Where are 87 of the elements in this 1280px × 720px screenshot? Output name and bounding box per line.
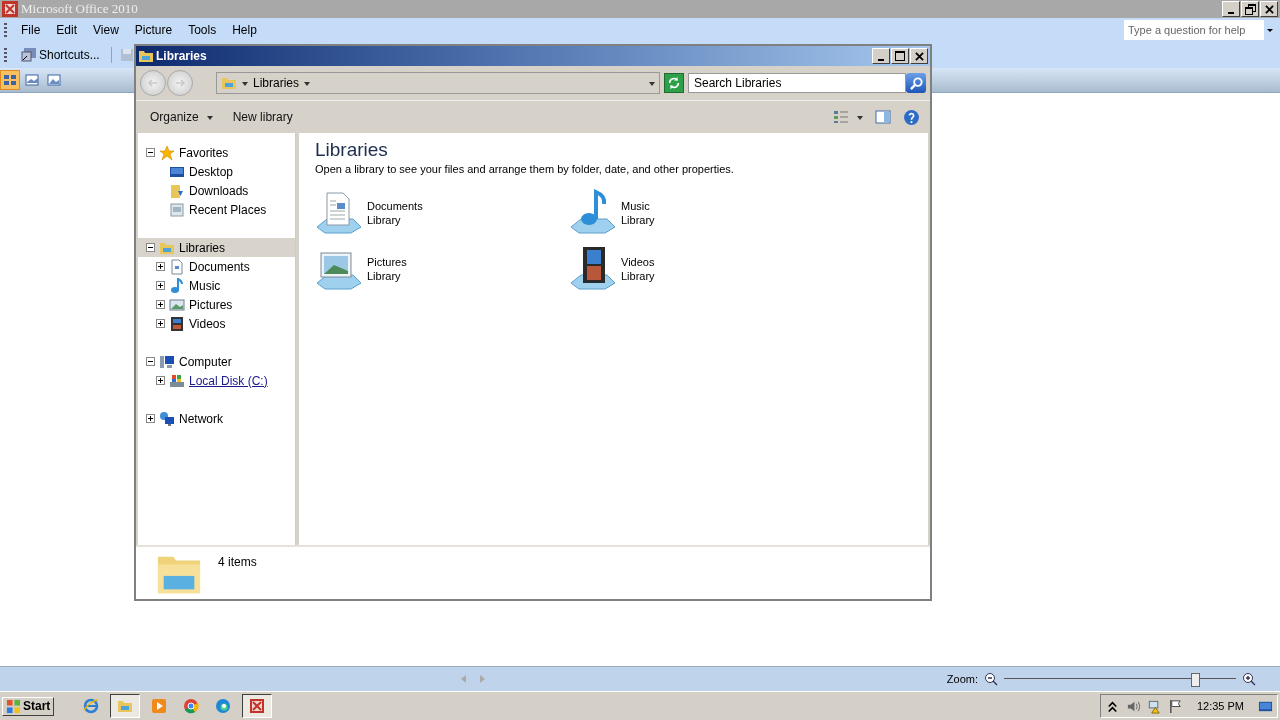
- network-status-icon[interactable]: [1146, 698, 1162, 714]
- browser-logo-icon[interactable]: [183, 698, 200, 714]
- collapse-icon[interactable]: [146, 243, 155, 252]
- start-logo-icon[interactable]: [6, 698, 21, 714]
- toolbar-grip[interactable]: [4, 48, 7, 62]
- app-icon: [2, 1, 18, 17]
- window-title: Libraries: [156, 49, 207, 63]
- picture-icon: [169, 296, 185, 313]
- expand-icon[interactable]: [156, 262, 165, 271]
- document-library-icon: [315, 189, 363, 237]
- disk-drive-icon: [169, 372, 185, 389]
- menu-item[interactable]: Help: [224, 23, 265, 37]
- browser-logo-icon[interactable]: [215, 698, 232, 714]
- window-title: Microsoft Office 2010: [21, 1, 138, 17]
- command-button[interactable]: New library: [222, 110, 303, 124]
- music-note-icon: [169, 277, 185, 294]
- shortcuts-button[interactable]: Shortcuts...: [17, 47, 104, 63]
- menu-item[interactable]: View: [85, 23, 127, 37]
- collapse-icon[interactable]: [146, 148, 155, 157]
- nav-item[interactable]: Downloads: [138, 181, 295, 200]
- flag-icon[interactable]: [1167, 698, 1183, 714]
- nav-item[interactable]: Favorites: [138, 143, 295, 162]
- nav-item[interactable]: Computer: [138, 352, 295, 371]
- picture-app-icon[interactable]: [242, 694, 273, 718]
- zoom-in-icon[interactable]: [1242, 672, 1256, 686]
- search-field[interactable]: Search Libraries: [688, 73, 906, 93]
- maximize-button[interactable]: [891, 48, 909, 64]
- expand-icon[interactable]: [156, 300, 165, 309]
- library-folder-icon: [138, 48, 154, 64]
- close-button[interactable]: [1260, 1, 1278, 17]
- expand-icon[interactable]: [156, 281, 165, 290]
- nav-item[interactable]: Pictures: [138, 295, 295, 314]
- picture-logo-icon[interactable]: [249, 698, 266, 714]
- pane-icon[interactable]: [875, 109, 891, 125]
- library-item[interactable]: Documents Library: [315, 189, 569, 237]
- document-icon: [169, 258, 185, 275]
- folder-icon[interactable]: [110, 694, 141, 718]
- menu-item[interactable]: Picture: [126, 23, 181, 37]
- breadcrumb[interactable]: Libraries: [253, 76, 300, 90]
- library-item[interactable]: Pictures Library: [315, 245, 569, 293]
- page-description: Open a library to see your files and arrange them by folder, date, and other properties.: [315, 163, 735, 175]
- folder-download-icon: [169, 182, 185, 199]
- expand-icon[interactable]: [146, 414, 155, 423]
- network-icon: [159, 410, 175, 427]
- zoom-out-icon[interactable]: [984, 672, 998, 686]
- minimize-button[interactable]: [872, 48, 890, 64]
- list-view-icon[interactable]: [833, 110, 849, 124]
- close-icon[interactable]: [1264, 4, 1274, 14]
- nav-item[interactable]: Videos: [138, 314, 295, 333]
- zoom-label: Zoom:: [946, 673, 978, 685]
- nav-item[interactable]: Local Disk (C:): [138, 371, 295, 390]
- page-heading: Libraries: [315, 139, 389, 161]
- browser-logo-icon[interactable]: [83, 698, 100, 714]
- restore-button[interactable]: [1241, 1, 1259, 17]
- item-count: 4 items: [218, 555, 257, 569]
- star-icon: [159, 144, 175, 161]
- library-folder-icon: [221, 75, 237, 91]
- expand-icon[interactable]: [156, 376, 165, 385]
- help-search-field[interactable]: Type a question for help: [1124, 20, 1264, 40]
- minimize-button[interactable]: [1222, 1, 1240, 17]
- music-library-icon: [569, 189, 617, 237]
- video-library-icon: [569, 245, 617, 293]
- shortcut-icon: [21, 47, 37, 63]
- menu-item[interactable]: Edit: [48, 23, 86, 37]
- library-item[interactable]: Music Library: [569, 189, 823, 237]
- close-icon[interactable]: [914, 51, 924, 61]
- library-item[interactable]: Videos Library: [569, 245, 823, 293]
- nav-item[interactable]: Network: [138, 409, 295, 428]
- address-bar[interactable]: Libraries: [216, 72, 660, 94]
- nav-item[interactable]: Music: [138, 276, 295, 295]
- nav-item[interactable]: Documents: [138, 257, 295, 276]
- save-icon[interactable]: [118, 47, 135, 63]
- organize-menu-button[interactable]: Organize: [140, 110, 223, 124]
- collapse-icon[interactable]: [146, 357, 155, 366]
- expand-icon[interactable]: [156, 319, 165, 328]
- computer-icon: [159, 353, 175, 370]
- close-button[interactable]: [910, 48, 928, 64]
- recent-places-icon: [169, 201, 185, 218]
- start-button[interactable]: Start: [2, 696, 55, 716]
- film-strip-icon: [169, 315, 185, 332]
- toolbar-grip[interactable]: [4, 23, 7, 37]
- nav-item[interactable]: Recent Places: [138, 200, 295, 219]
- nav-item[interactable]: Libraries: [138, 238, 295, 257]
- menu-item[interactable]: Tools: [180, 23, 225, 37]
- menu-item[interactable]: File: [13, 23, 49, 37]
- nav-item[interactable]: Desktop: [138, 162, 295, 181]
- clock[interactable]: 12:35 PM: [1196, 700, 1244, 712]
